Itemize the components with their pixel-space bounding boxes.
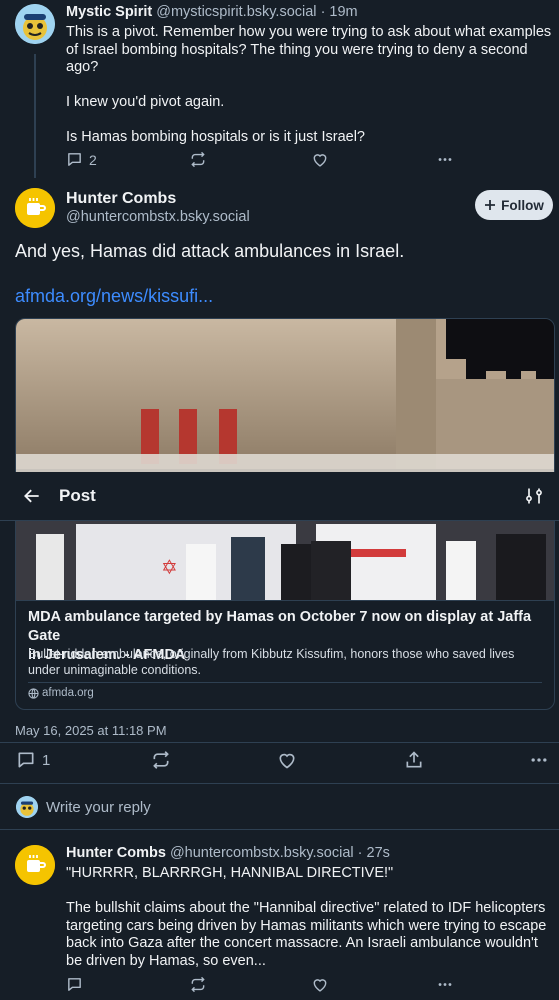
embed-domain: afmda.org [42, 687, 94, 699]
reply-input[interactable]: Write your reply [46, 799, 151, 816]
main-repost-button[interactable] [151, 750, 171, 770]
reply-icon [18, 752, 34, 768]
more-icon [438, 158, 452, 161]
globe-icon [28, 687, 39, 699]
parent-post-text: This is a pivot. Remember how you were t… [66, 24, 552, 147]
parent-display-name[interactable]: Mystic Spirit [66, 4, 152, 20]
text-line: ago? [66, 59, 99, 75]
main-post-link[interactable]: afmda.org/news/kissufi... [15, 286, 213, 307]
text-line: This is a pivot. Remember how you were t… [66, 24, 552, 40]
reply-more-button[interactable] [435, 976, 455, 993]
follow-button[interactable]: Follow [475, 190, 553, 220]
main-share-button[interactable] [404, 750, 424, 770]
main-like-button[interactable] [277, 750, 297, 770]
parent-reply-count: 2 [89, 151, 97, 168]
back-arrow-icon [24, 489, 39, 503]
like-icon [313, 979, 327, 992]
reply-like-button[interactable] [311, 976, 329, 993]
hunter-combs-avatar[interactable] [15, 845, 55, 885]
text-line: back into Gaza after the concert massacr… [66, 935, 538, 951]
thread-settings-button[interactable] [524, 486, 544, 506]
parent-time[interactable]: · 19m [321, 4, 358, 20]
post-timestamp[interactable]: May 16, 2025 at 11:18 PM [15, 723, 167, 738]
text-line: be driven by Hamas, so even... [66, 952, 266, 969]
reply-icon [68, 978, 81, 991]
more-icon [438, 983, 452, 986]
repost-icon [191, 976, 205, 993]
like-icon [313, 154, 327, 167]
follow-label: Follow [501, 197, 544, 213]
text-line: I knew you'd pivot again. [66, 94, 225, 110]
main-more-button[interactable] [529, 750, 549, 770]
embed-description-line: under unimaginable conditions. [28, 663, 202, 677]
hunter-combs-avatar[interactable] [15, 188, 55, 228]
repost-icon [191, 151, 205, 168]
main-handle[interactable]: @huntercombstx.bsky.social [66, 209, 250, 225]
reply-repost-button[interactable] [189, 976, 207, 993]
text-line: of Israel bombing hospitals? The thing y… [66, 41, 528, 58]
text-line [66, 112, 552, 130]
text-line: targeting cars being driven by Hamas mil… [66, 917, 547, 934]
embed-title-line: MDA ambulance targeted by Hamas on Octob… [28, 609, 532, 644]
main-post-text: And yes, Hamas did attack ambulances in … [15, 241, 405, 261]
text-line [66, 883, 552, 901]
parent-repost-button[interactable] [189, 151, 207, 168]
parent-more-button[interactable] [435, 151, 455, 168]
text-line: "HURRRR, BLARRRGH, HANNIBAL DIRECTIVE!" [66, 865, 394, 881]
reply-display-name[interactable]: Hunter Combs [66, 845, 166, 861]
repost-icon [153, 751, 169, 769]
reply-post-text: "HURRRR, BLARRRGH, HANNIBAL DIRECTIVE!" … [66, 865, 552, 970]
svg-text:✡: ✡ [161, 555, 178, 579]
main-reply-count: 1 [42, 751, 51, 769]
header-title: Post [59, 486, 96, 505]
post-header: Post [0, 472, 559, 521]
embed-image: ✡ [16, 319, 554, 601]
thread-line [34, 54, 36, 178]
text-line: The bullshit claims about the "Hannibal … [66, 900, 546, 916]
reply-reply-button[interactable] [66, 976, 83, 993]
text-line [66, 77, 552, 95]
back-button[interactable] [22, 486, 42, 506]
reply-icon [68, 153, 81, 166]
reply-handle[interactable]: @huntercombstx.bsky.social [170, 845, 354, 861]
parent-like-button[interactable] [311, 151, 329, 168]
reply-time[interactable]: · 27s [358, 845, 390, 861]
like-icon [279, 753, 295, 769]
main-reply-button[interactable]: 1 [16, 750, 50, 770]
main-display-name[interactable]: Hunter Combs [66, 190, 176, 208]
mystic-spirit-avatar[interactable] [15, 4, 55, 44]
plus-icon [485, 200, 496, 210]
share-icon [406, 751, 422, 768]
parent-handle[interactable]: @mysticspirit.bsky.social [156, 4, 316, 20]
parent-reply-button[interactable]: 2 [66, 151, 97, 168]
more-icon [531, 758, 547, 762]
embed-description-line: Bullet-ridden ambulance, originally from… [28, 647, 515, 661]
sliders-icon [526, 488, 542, 504]
my-avatar [16, 796, 38, 818]
text-line: Is Hamas bombing hospitals or is it just… [66, 129, 365, 145]
